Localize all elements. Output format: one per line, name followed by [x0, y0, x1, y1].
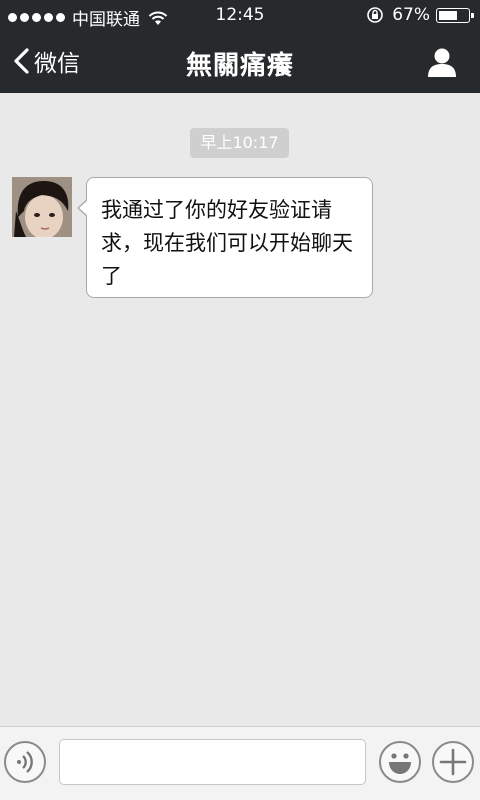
page-title: 無關痛癢	[185, 51, 294, 81]
voice-button[interactable]	[4, 741, 46, 783]
plus-button[interactable]	[432, 741, 474, 783]
input-toolbar	[0, 726, 480, 800]
battery-level	[439, 10, 458, 20]
message-input[interactable]	[59, 739, 366, 785]
avatar-image	[12, 177, 72, 237]
status-bar-right: 67%	[366, 5, 474, 25]
emoji-icon	[389, 753, 411, 774]
message-bubble[interactable]: 我通过了你的好友验证请求，现在我们可以开始聊天了	[86, 177, 373, 298]
message-text: 我通过了你的好友验证请求，现在我们可以开始聊天了	[101, 198, 353, 288]
status-bar: 中国联通 12:45 67%	[0, 0, 480, 30]
rotation-lock-icon	[367, 7, 384, 23]
voice-icon	[17, 751, 33, 773]
person-icon[interactable]	[426, 46, 458, 78]
bubble-tail-inner	[79, 200, 88, 216]
battery-percent: 67%	[392, 5, 430, 25]
plus-icon	[439, 748, 467, 776]
battery-icon	[436, 7, 474, 23]
message-timestamp: 早上10:17	[190, 128, 289, 158]
emoji-button[interactable]	[379, 741, 421, 783]
navigation-bar: 微信 無關痛癢	[0, 30, 480, 93]
avatar[interactable]	[12, 177, 72, 237]
